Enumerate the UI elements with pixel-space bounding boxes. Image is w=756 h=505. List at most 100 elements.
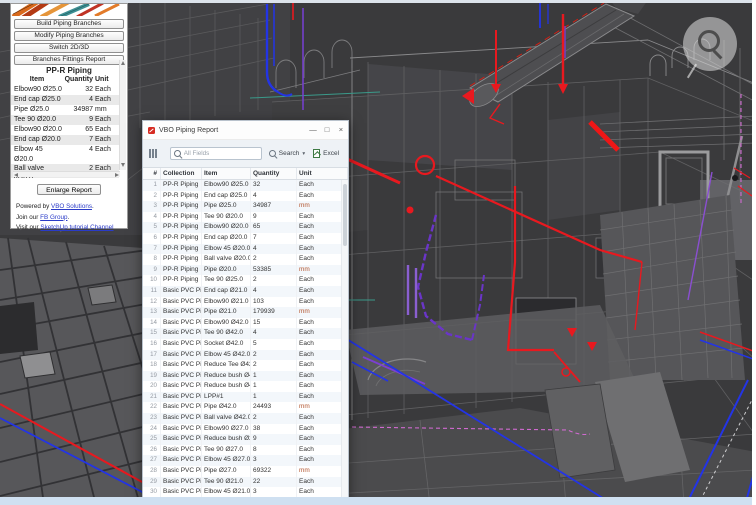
report-table-header: # Collection Item Quantity Unit xyxy=(143,168,348,180)
close-button[interactable]: × xyxy=(334,121,348,139)
quantity-cell: 8 xyxy=(251,445,297,456)
quantity-cell: 4 xyxy=(251,286,297,297)
report-table-row[interactable]: 26 Basic PVC Piping Tee 90 Ø27.0 8 Each xyxy=(143,445,348,456)
report-table-row[interactable]: 17 Basic PVC Piping Elbow 45 Ø42.0 2 Eac… xyxy=(143,350,348,361)
quantity-cell: 7 xyxy=(251,233,297,244)
external-link[interactable]: FB Group xyxy=(40,214,67,221)
panel-vertical-scrollbar[interactable] xyxy=(119,60,126,170)
row-number-cell: 17 xyxy=(143,350,161,361)
column-unit[interactable]: Unit xyxy=(297,168,348,179)
report-table-row[interactable]: 23 Basic PVC Piping Ball valve Ø42.0 2 E… xyxy=(143,413,348,424)
scroll-left-arrow-icon[interactable] xyxy=(14,173,18,177)
item-cell: End cap Ø21.0 xyxy=(202,286,251,297)
quantity-cell: 53385 xyxy=(251,265,297,276)
report-table-row[interactable]: 16 Basic PVC Piping Socket Ø42.0 5 Each xyxy=(143,339,348,350)
panel-report-row: End cap Ø25.0 4 Each xyxy=(11,95,119,105)
report-table-row[interactable]: 19 Basic PVC Piping Reduce bush Ø4... 1 … xyxy=(143,371,348,382)
item-cell: Reduce bush Ø2... xyxy=(202,434,251,445)
collection-cell: Basic PVC Piping xyxy=(161,328,202,339)
item-cell: Socket Ø42.0 xyxy=(202,339,251,350)
report-table-row[interactable]: 29 Basic PVC Piping Tee 90 Ø21.0 22 Each xyxy=(143,477,348,488)
search-input[interactable] xyxy=(184,150,258,157)
dialog-titlebar[interactable]: VBO Piping Report —□× xyxy=(143,121,348,140)
item-cell: Elbow 45 Ø42.0 xyxy=(202,350,251,361)
link-suffix-text: . xyxy=(67,214,69,221)
report-table-row[interactable]: 21 Basic PVC Piping LPP#1 1 Each xyxy=(143,392,348,403)
excel-export-button[interactable]: Excel xyxy=(313,149,339,158)
collection-cell: Basic PVC Piping xyxy=(161,297,202,308)
report-table-row[interactable]: 28 Basic PVC Piping Pipe Ø27.0 69322 mm xyxy=(143,466,348,477)
report-table-row[interactable]: 22 Basic PVC Piping Pipe Ø42.0 24493 mm xyxy=(143,402,348,413)
search-box[interactable] xyxy=(170,147,262,160)
dialog-vertical-scrollbar[interactable] xyxy=(341,180,348,498)
report-table-row[interactable]: 5 PP-R Piping Elbow90 Ø20.0 65 Each xyxy=(143,222,348,233)
quantity-cell: 9 xyxy=(63,115,93,125)
row-number-cell: 20 xyxy=(143,381,161,392)
report-table-row[interactable]: 7 PP-R Piping Elbow 45 Ø20.0 4 Each xyxy=(143,244,348,255)
report-table-row[interactable]: 2 PP-R Piping End cap Ø25.0 4 Each xyxy=(143,191,348,202)
report-table-row[interactable]: 18 Basic PVC Piping Reduce Tee Ø42... 2 … xyxy=(143,360,348,371)
external-link[interactable]: VBO Solutions xyxy=(51,203,92,210)
link-prefix-text: Visit our xyxy=(16,224,40,231)
report-table-row[interactable]: 24 Basic PVC Piping Elbow90 Ø27.0 38 Eac… xyxy=(143,424,348,435)
row-number-cell: 18 xyxy=(143,360,161,371)
item-cell: Elbow90 Ø25.0 xyxy=(11,85,63,95)
report-table-row[interactable]: 8 PP-R Piping Ball valve Ø20.0 2 Each xyxy=(143,254,348,265)
search-button[interactable]: Search ▾ xyxy=(269,150,305,157)
column-number[interactable]: # xyxy=(143,168,161,179)
collection-cell: Basic PVC Piping xyxy=(161,413,202,424)
quantity-cell: 9 xyxy=(251,434,297,445)
report-table-row[interactable]: 15 Basic PVC Piping Tee 90 Ø42.0 4 Each xyxy=(143,328,348,339)
search-icon xyxy=(269,150,276,157)
quantity-cell: 2 xyxy=(251,413,297,424)
panel-report-row: Pipe Ø25.0 34987 mm xyxy=(11,105,119,115)
scroll-down-arrow-icon[interactable] xyxy=(121,163,125,167)
report-table-row[interactable]: 27 Basic PVC Piping Elbow 45 Ø27.0 3 Eac… xyxy=(143,455,348,466)
footer-link-line: Powered by VBO Solutions. xyxy=(16,202,127,213)
item-cell: Pipe Ø21.0 xyxy=(202,307,251,318)
columns-icon[interactable] xyxy=(149,149,157,158)
item-cell: Pipe Ø25.0 xyxy=(202,201,251,212)
row-number-cell: 6 xyxy=(143,233,161,244)
report-table-row[interactable]: 12 Basic PVC Piping Elbow90 Ø21.0 103 Ea… xyxy=(143,297,348,308)
excel-button-label: Excel xyxy=(323,150,339,157)
item-cell: Pipe Ø27.0 xyxy=(202,466,251,477)
scroll-right-arrow-icon[interactable] xyxy=(115,173,119,177)
panel-horizontal-scrollbar[interactable] xyxy=(13,171,120,177)
panel-action-button[interactable]: Modify Piping Branches xyxy=(14,31,124,42)
report-table-row[interactable]: 1 PP-R Piping Elbow90 Ø25.0 32 Each xyxy=(143,180,348,191)
column-item[interactable]: Item xyxy=(202,168,251,179)
column-collection[interactable]: Collection xyxy=(161,168,202,179)
item-cell: Pipe Ø42.0 xyxy=(202,402,251,413)
panel-report-title: PP-R Piping xyxy=(11,66,127,76)
column-quantity[interactable]: Quantity xyxy=(251,168,297,179)
collection-cell: Basic PVC Piping xyxy=(161,307,202,318)
report-table-row[interactable]: 10 PP-R Piping Tee 90 Ø25.0 2 Each xyxy=(143,275,348,286)
panel-action-button[interactable]: Switch 2D/3D xyxy=(14,43,124,54)
report-table-row[interactable]: 20 Basic PVC Piping Reduce bush Ø4... 1 … xyxy=(143,381,348,392)
report-table-row[interactable]: 14 Basic PVC Piping Elbow90 Ø42.0 15 Eac… xyxy=(143,318,348,329)
report-table-row[interactable]: 13 Basic PVC Piping Pipe Ø21.0 179939 mm xyxy=(143,307,348,318)
report-table-row[interactable]: 3 PP-R Piping Pipe Ø25.0 34987 mm xyxy=(143,201,348,212)
panel-action-button[interactable]: Branches Fittings Report xyxy=(14,55,124,66)
collection-cell: PP-R Piping xyxy=(161,244,202,255)
report-table-row[interactable]: 4 PP-R Piping Tee 90 Ø20.0 9 Each xyxy=(143,212,348,223)
report-table-row[interactable]: 25 Basic PVC Piping Reduce bush Ø2... 9 … xyxy=(143,434,348,445)
scroll-up-arrow-icon[interactable] xyxy=(121,61,125,65)
link-prefix-text: Join our xyxy=(16,214,40,221)
item-cell: Pipe Ø20.0 xyxy=(202,265,251,276)
panel-action-button[interactable]: Build Piping Branches xyxy=(14,19,124,30)
zoom-overlay-button[interactable] xyxy=(683,17,737,71)
quantity-cell: 38 xyxy=(251,424,297,435)
enlarge-report-button[interactable]: Enlarge Report xyxy=(37,184,101,195)
row-number-cell: 22 xyxy=(143,402,161,413)
report-table-row[interactable]: 9 PP-R Piping Pipe Ø20.0 53385 mm xyxy=(143,265,348,276)
quantity-cell: 2 xyxy=(251,360,297,371)
panel-report-rows: Elbow90 Ø25.0 32 Each End cap Ø25.0 4 Ea… xyxy=(11,85,127,178)
row-number-cell: 9 xyxy=(143,265,161,276)
external-link[interactable]: SketchUp tutorial Channel xyxy=(40,224,113,231)
report-table-row[interactable]: 11 Basic PVC Piping End cap Ø21.0 4 Each xyxy=(143,286,348,297)
maximize-button[interactable]: □ xyxy=(320,121,334,139)
report-table-row[interactable]: 6 PP-R Piping End cap Ø20.0 7 Each xyxy=(143,233,348,244)
minimize-button[interactable]: — xyxy=(306,121,320,139)
